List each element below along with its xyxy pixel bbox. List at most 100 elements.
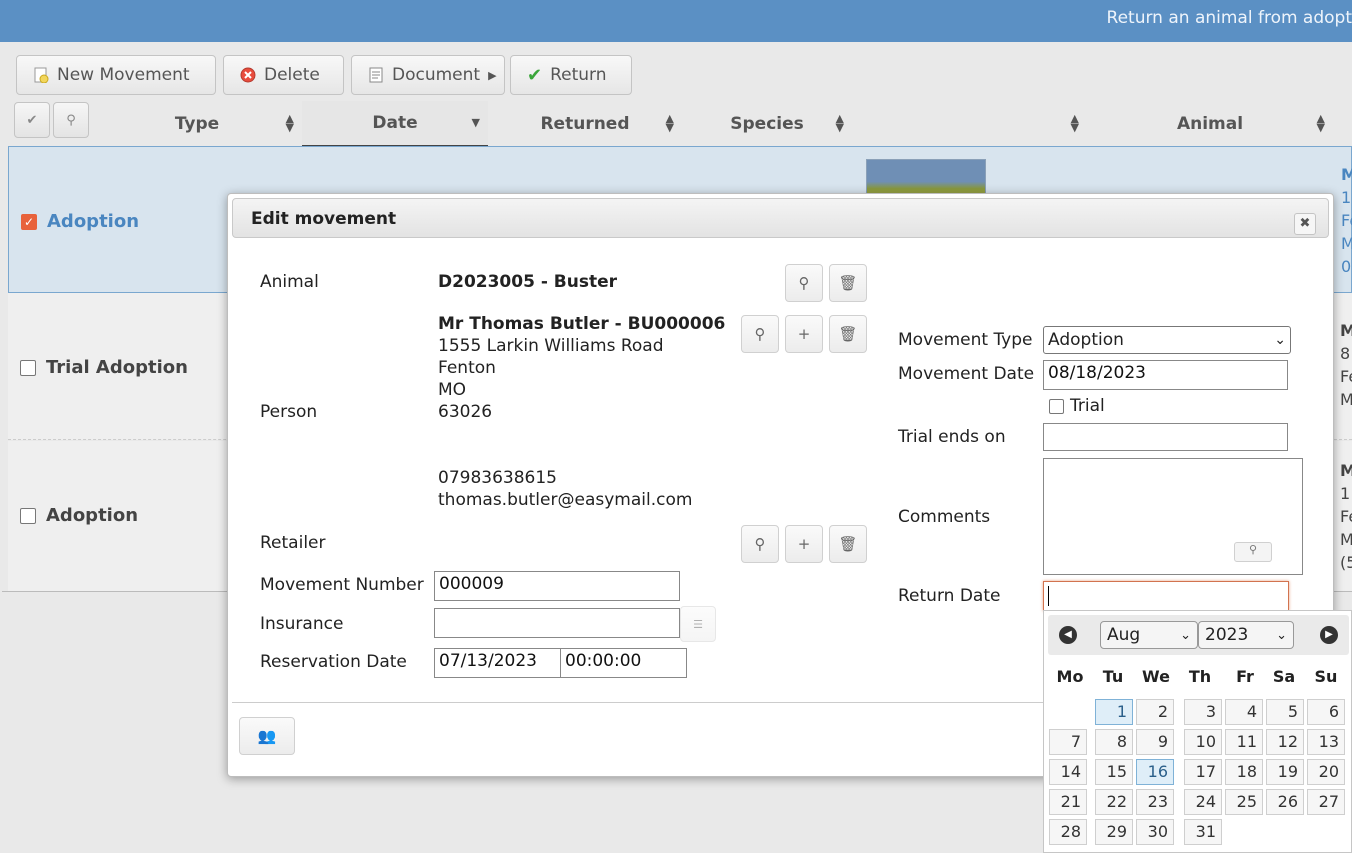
row-type[interactable]: Trial Adoption (46, 357, 188, 378)
insurance-generate-button[interactable]: ☰ (680, 606, 716, 642)
insurance-input[interactable] (434, 608, 680, 638)
movement-number-input[interactable]: 000009 (434, 571, 680, 601)
calendar-day[interactable]: 26 (1266, 789, 1304, 815)
retailer-label: Retailer (260, 533, 326, 553)
calendar-day[interactable]: 17 (1184, 759, 1222, 785)
detail-line: Fe (1341, 211, 1352, 230)
trash-icon: 🗑 (838, 325, 858, 343)
animal-clear-button[interactable]: 🗑 (829, 264, 867, 302)
person-label: Person (260, 402, 318, 422)
datepicker-header: ◀ Aug ⌄ 2023 ⌄ ▶ (1048, 615, 1349, 655)
retailer-clear-button[interactable]: 🗑 (829, 525, 867, 563)
calendar-day[interactable]: 1 (1095, 699, 1133, 725)
person-clear-button[interactable]: 🗑 (829, 315, 867, 353)
people-button[interactable]: 👥 (239, 717, 295, 755)
calendar-day[interactable]: 11 (1225, 729, 1263, 755)
calendar-day[interactable]: 16 (1136, 759, 1174, 785)
trial-checkbox[interactable] (1049, 398, 1064, 414)
delete-button[interactable]: Delete (223, 55, 344, 95)
calendar-day[interactable]: 4 (1225, 699, 1263, 725)
person-search-button[interactable]: ⚲ (741, 315, 779, 353)
row-type[interactable]: Adoption (47, 211, 139, 232)
new-movement-button[interactable]: New Movement (16, 55, 216, 95)
close-icon[interactable]: ✖ (1294, 213, 1316, 235)
calendar-day[interactable]: 13 (1307, 729, 1345, 755)
filter-button[interactable]: ⚲ (53, 102, 89, 138)
detail-line: (5 (1340, 553, 1352, 572)
row-checkbox[interactable] (20, 359, 36, 376)
calendar-day[interactable]: 29 (1095, 819, 1133, 845)
weekday-label: Th (1188, 667, 1212, 686)
calendar-day[interactable]: 10 (1184, 729, 1222, 755)
calendar-day[interactable]: 8 (1095, 729, 1133, 755)
person-email[interactable]: thomas.butler@easymail.com (438, 490, 692, 510)
person-add-button[interactable]: + (785, 315, 823, 353)
search-icon: ⚲ (754, 325, 766, 343)
calendar-day[interactable]: 14 (1049, 759, 1087, 785)
calendar-day[interactable]: 15 (1095, 759, 1133, 785)
animal-value[interactable]: D2023005 - Buster (438, 272, 617, 292)
header-date[interactable]: Date ▼ (302, 101, 488, 146)
calendar-day[interactable]: 6 (1307, 699, 1345, 725)
document-label: Document (392, 65, 481, 85)
row-checkbox[interactable] (20, 507, 36, 524)
calendar-day[interactable]: 31 (1184, 819, 1222, 845)
header-type-label: Type (174, 113, 220, 134)
calendar-day[interactable]: 5 (1266, 699, 1304, 725)
new-movement-label: New Movement (57, 65, 190, 85)
detail-line: 1 (1341, 188, 1352, 207)
prev-month-icon[interactable]: ◀ (1059, 626, 1077, 644)
calendar-day[interactable]: 21 (1049, 789, 1087, 815)
retailer-search-button[interactable]: ⚲ (741, 525, 779, 563)
return-button[interactable]: ✔ Return (510, 55, 632, 95)
header-image[interactable]: ▲ ▼ (852, 101, 1087, 146)
calendar-day[interactable]: 24 (1184, 789, 1222, 815)
animal-label: Animal (260, 272, 319, 292)
movement-type-select[interactable]: Adoption ⌄ (1043, 326, 1291, 354)
calendar-day[interactable]: 19 (1266, 759, 1304, 785)
header-returned[interactable]: Returned ▲ ▼ (488, 101, 682, 146)
header-animal-label: Animal (1176, 113, 1244, 134)
trial-ends-input[interactable] (1043, 423, 1288, 451)
caret-right-icon: ▶ (488, 68, 497, 82)
calendar-day[interactable]: 9 (1136, 729, 1174, 755)
calendar-day[interactable]: 3 (1184, 699, 1222, 725)
select-all-button[interactable]: ✔ (14, 102, 50, 138)
calendar-day[interactable]: 2 (1136, 699, 1174, 725)
calendar-day[interactable]: 23 (1136, 789, 1174, 815)
next-month-icon[interactable]: ▶ (1320, 626, 1338, 644)
weekday-label: Sa (1272, 667, 1296, 686)
row-checkbox[interactable]: ✓ (21, 213, 37, 230)
document-button[interactable]: Document ▶ (351, 55, 505, 95)
row-animal-details: M 1 Fe M 0 (1341, 163, 1352, 278)
comments-textarea[interactable]: ⚲ (1043, 458, 1303, 575)
calendar-day[interactable]: 28 (1049, 819, 1087, 845)
calendar-day[interactable]: 20 (1307, 759, 1345, 785)
month-select[interactable]: Aug ⌄ (1100, 621, 1198, 649)
movement-number-label: Movement Number (260, 575, 424, 595)
header-animal[interactable]: Animal ▲ ▼ (1087, 101, 1333, 146)
animal-search-button[interactable]: ⚲ (785, 264, 823, 302)
calendar-day[interactable]: 18 (1225, 759, 1263, 785)
person-name[interactable]: Mr Thomas Butler - BU000006 (438, 314, 725, 334)
calendar-day[interactable]: 7 (1049, 729, 1087, 755)
row-type[interactable]: Adoption (46, 505, 138, 526)
dialog-title-bar[interactable]: Edit movement ✖ (232, 198, 1329, 238)
movement-type-label: Movement Type (898, 330, 1033, 350)
calendar-day[interactable]: 22 (1095, 789, 1133, 815)
calendar-day[interactable]: 12 (1266, 729, 1304, 755)
year-select[interactable]: 2023 ⌄ (1198, 621, 1294, 649)
header-species[interactable]: Species ▲ ▼ (682, 101, 852, 146)
reservation-time-input[interactable]: 00:00:00 (560, 648, 687, 678)
reservation-date-input[interactable]: 07/13/2023 (434, 648, 561, 678)
movement-date-input[interactable]: 08/18/2023 (1043, 360, 1288, 390)
movement-date-label: Movement Date (898, 364, 1035, 384)
detail-line: M (1340, 461, 1352, 480)
header-type[interactable]: Type ▲ ▼ (92, 101, 302, 146)
zoom-icon[interactable]: ⚲ (1234, 542, 1272, 562)
retailer-add-button[interactable]: + (785, 525, 823, 563)
calendar-day[interactable]: 30 (1136, 819, 1174, 845)
calendar-day[interactable]: 27 (1307, 789, 1345, 815)
return-date-input[interactable] (1043, 581, 1289, 611)
calendar-day[interactable]: 25 (1225, 789, 1263, 815)
